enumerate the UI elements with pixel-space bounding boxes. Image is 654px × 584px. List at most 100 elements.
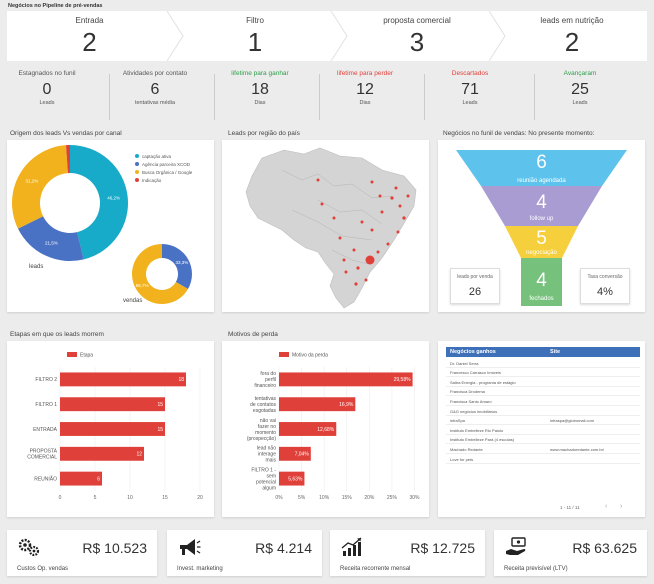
map-lead-dot[interactable] [370,228,374,232]
negocio-name: infraSpa [450,418,465,424]
x-tick-label: 20 [197,495,203,501]
bar[interactable] [279,372,413,387]
map-lead-dot[interactable] [394,186,398,190]
stat-title: Avançaram [563,70,597,77]
negocio-name: Instituto Embelleze Rio Paiolo [450,427,504,433]
legend-item: Indicação [135,176,192,184]
etapas-title: Etapas em que os leads morrem [10,331,104,338]
table-row[interactable]: Instituto Embelleze Rio Paiolo [446,425,640,435]
negocio-name: Love for pets [450,456,474,462]
map-lead-dot[interactable] [356,266,360,270]
table-row[interactable]: G&G negócios imobiliários [446,406,640,416]
bar[interactable] [60,422,165,436]
stat-4: Descartados 71 Leads [430,70,510,106]
table-row[interactable]: Francisca Santo Amaro [446,396,640,406]
x-tick-label: 15% [342,495,353,501]
vendas-pie-label: vendas [123,298,143,304]
stat-value: 71 [461,81,479,98]
negocios-table-header: Negócios ganhos Site [446,347,640,357]
negocio-site[interactable]: infraspa@globomail.com [550,418,594,423]
map-lead-dot[interactable] [316,178,320,182]
map-lead-dot[interactable] [338,236,342,240]
table-row[interactable]: Machado Redante www.machadoredante.com.br… [446,444,640,454]
funnel-stage-2-value: 4 [536,192,547,213]
x-tick-label: 25% [387,495,398,501]
category-label: mais [265,458,276,464]
legend-swatch [67,352,77,357]
map-lead-dot[interactable] [396,230,400,234]
category-label: algum [262,485,276,491]
negocio-name: Instituto Embelleze Pará (4 escolas) [450,437,515,443]
map-land [245,147,417,309]
map-lead-dot[interactable] [354,282,358,286]
col-site[interactable]: Site [550,349,560,355]
map-lead-dot[interactable] [365,255,375,265]
x-tick-label: 10% [319,495,330,501]
legend-swatch [135,178,139,182]
table-row[interactable]: Dr. Daniel Serra [446,358,640,368]
kpi-receita-card: R$ 12.725 Receita recorrente mensal [330,530,485,576]
x-tick-label: 10 [127,495,133,501]
col-negocios[interactable]: Negócios ganhos [450,349,496,355]
kpi-marketing-value: R$ 4.214 [255,540,312,556]
map-lead-dot[interactable] [352,248,356,252]
bar[interactable] [60,372,186,387]
legend-item: Busca Orgânica / Google [135,168,192,176]
pipeline-stage-filtro-label: Filtro [246,16,264,25]
category-label: FILTRO 1 [35,402,57,408]
funnel-stage-1-value: 6 [536,152,547,173]
stat-divider [424,74,425,120]
map-lead-dot[interactable] [320,202,324,206]
table-row[interactable]: Francisca Drodema [446,387,640,397]
page-title: Negócios no Pipeline de pré-vendas [8,3,103,9]
legend-label: captação ativa [142,153,172,159]
funnel-stage-2-label: follow up [529,216,554,222]
stat-divider [109,74,110,120]
x-tick-label: 20% [364,495,375,501]
map-lead-dot[interactable] [380,210,384,214]
vendas-pie-slice[interactable] [162,244,192,289]
map-lead-dot[interactable] [376,250,380,254]
map-lead-dot[interactable] [402,216,406,220]
stat-value: 6 [150,81,160,98]
table-row[interactable]: infraSpa infraspa@globomail.com [446,416,640,426]
growth-chart-icon [341,537,362,556]
leads-pie-slice-label: 31,2% [25,179,38,184]
leads-pie-slice[interactable] [12,145,68,229]
table-row[interactable]: Love for pets [446,454,640,464]
taxa-conversao-card: Taxa conversão 4% [580,268,630,304]
map-lead-dot[interactable] [406,194,410,198]
map-lead-dot[interactable] [386,242,390,246]
map-lead-dot[interactable] [398,204,402,208]
map-lead-dot[interactable] [370,180,374,184]
map-lead-dot[interactable] [332,216,336,220]
stat-value: 25 [571,81,589,98]
map-lead-dot[interactable] [378,194,382,198]
table-row[interactable]: Saltra Energia - programa de estágio [446,377,640,387]
funnel-stage-3-label: negociação [526,250,557,256]
leads-pie-slice-label: 21,5% [45,240,58,245]
map-lead-dot[interactable] [360,220,364,224]
map-lead-dot[interactable] [342,258,346,262]
bar[interactable] [60,471,102,486]
funnel-stage-3-value: 5 [536,228,547,249]
next-page-icon[interactable]: › [620,503,622,510]
map-lead-dot[interactable] [390,196,394,200]
kpi-receita-value: R$ 12.725 [410,540,475,556]
taxa-conversao-value: 4% [597,286,613,298]
map-lead-dot[interactable] [364,278,368,282]
map-lead-dot[interactable] [344,270,348,274]
kpi-custos-label: Custos Op. vendas [17,566,69,572]
bar-value-label: 12 [136,452,142,458]
legend-label: Etapa [80,353,93,359]
negocio-name: Machado Redante [450,446,483,452]
bar[interactable] [60,397,165,412]
prev-page-icon[interactable]: ‹ [605,503,607,510]
x-tick-label: 30% [409,495,420,501]
kpi-ltv-label: Receita previsível (LTV) [504,566,568,572]
table-row[interactable]: Francesco Carrasco Imóveis [446,368,640,378]
bar[interactable] [60,446,144,461]
negocio-site[interactable]: www.machadoredante.com.br/ [550,447,604,452]
table-row[interactable]: Instituto Embelleze Pará (4 escolas) [446,435,640,445]
funnel-stage-1-label: reunião agendada [517,178,566,184]
